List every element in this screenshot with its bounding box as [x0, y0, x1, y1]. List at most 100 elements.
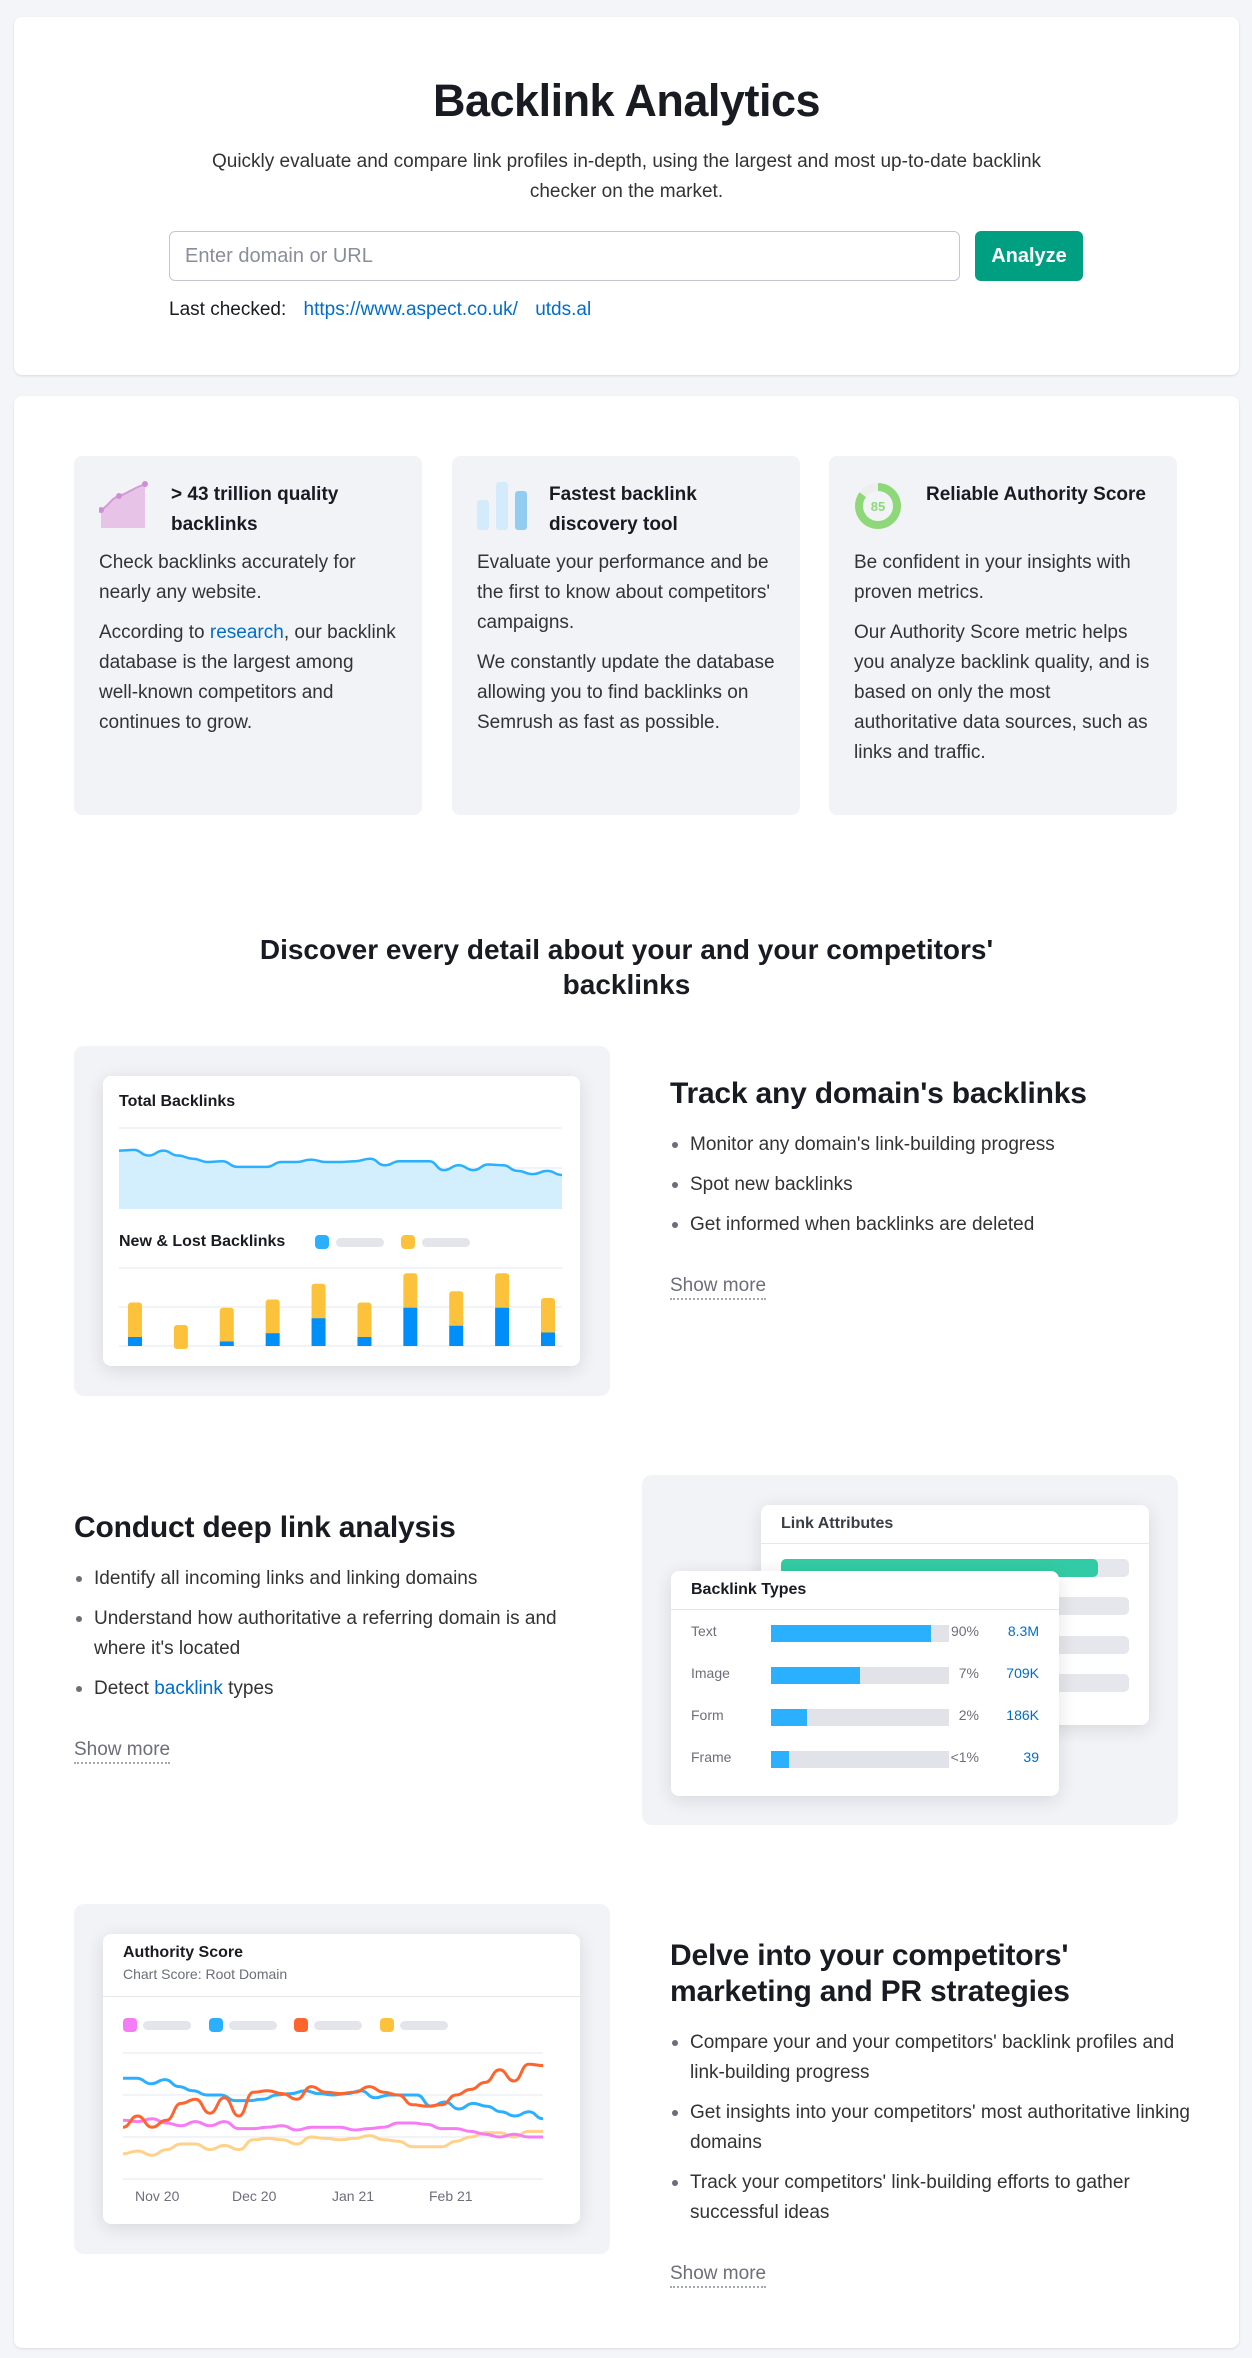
bullet-list: Compare your and your competitors' backl… — [670, 2028, 1190, 2228]
block-track: Track any domain's backlinks Monitor any… — [670, 1076, 1190, 1300]
x-tick-label: Jan 21 — [332, 2188, 375, 2204]
type-bar-track — [771, 1709, 949, 1726]
legend-swatch — [123, 2018, 137, 2032]
type-bar-fill — [771, 1751, 789, 1768]
type-label: Form — [691, 1707, 724, 1723]
bullet-item: Get informed when backlinks are deleted — [670, 1210, 1190, 1240]
legend-placeholder — [314, 2021, 362, 2030]
growth-chart-icon — [99, 481, 148, 528]
bar-lost — [219, 1307, 234, 1345]
feature-card-authority: 85 Reliable Authority Score Be confident… — [829, 456, 1177, 815]
feature-text: Our Authority Score metric helps you ana… — [854, 622, 1150, 763]
feature-card-backlinks: > 43 trillion quality backlinks Check ba… — [74, 456, 422, 815]
bullet-item: Track your competitors' link-building ef… — [670, 2168, 1190, 2228]
backlink-types-illustration: Link Attributes Backlink Types Text 90% … — [642, 1475, 1178, 1825]
type-bar-track — [771, 1625, 949, 1642]
backlink-link[interactable]: backlink — [154, 1678, 223, 1699]
bullet-item: Compare your and your competitors' backl… — [670, 2028, 1190, 2088]
bar-lost — [449, 1291, 464, 1329]
page-title: Backlink Analytics — [432, 75, 821, 126]
last-checked-link[interactable]: https://www.aspect.co.uk/ — [304, 299, 518, 320]
backlink-type-row: Image 7% 709K — [691, 1665, 1039, 1684]
legend-swatch — [294, 2018, 308, 2032]
section-title: Discover every detail about your and you… — [259, 934, 994, 1000]
bar-lost — [357, 1302, 372, 1340]
type-count[interactable]: 186K — [1006, 1707, 1039, 1723]
feature-text: Evaluate your performance and be the fir… — [477, 552, 770, 633]
bar-lost — [265, 1299, 280, 1337]
bar-new — [541, 1332, 555, 1346]
domain-search-input[interactable] — [169, 231, 960, 281]
page-subtitle: Quickly evaluate and compare link profil… — [211, 151, 1042, 202]
gauge-value: 85 — [871, 499, 885, 514]
feature-text: We constantly update the database allowi… — [477, 652, 775, 733]
show-more-link[interactable]: Show more — [670, 1274, 767, 1300]
bar-lost — [128, 1302, 142, 1340]
legend-placeholder — [143, 2021, 191, 2030]
bar-chart-icon — [477, 482, 527, 530]
type-count[interactable]: 709K — [1006, 1665, 1039, 1681]
backlink-types-card: Backlink Types Text 90% 8.3M Image 7% 70… — [671, 1571, 1059, 1796]
type-count[interactable]: 39 — [1023, 1749, 1039, 1765]
block-title: Conduct deep link analysis — [74, 1511, 456, 1544]
text-span: types — [222, 1678, 274, 1699]
total-backlinks-illustration: Total Backlinks New & Lost Backlinks — [74, 1046, 610, 1396]
block-title: Delve into your competitors' marketing a… — [670, 1939, 1070, 2008]
bar-new — [403, 1307, 418, 1346]
type-bar-track — [771, 1751, 949, 1768]
bar-lost — [311, 1283, 326, 1322]
authority-score-chart — [123, 2052, 543, 2180]
bar-lost — [403, 1273, 418, 1311]
legend-placeholder — [400, 2021, 448, 2030]
total-backlinks-chart — [119, 1127, 562, 1209]
type-label: Text — [691, 1623, 717, 1639]
chart-header: Authority Score Chart Score: Root Domain — [123, 1944, 287, 1982]
legend-placeholder — [336, 1238, 384, 1247]
bullet-item: Get insights into your competitors' most… — [670, 2098, 1190, 2158]
bullet-list: Monitor any domain's link-building progr… — [670, 1130, 1190, 1240]
show-more-link[interactable]: Show more — [670, 2262, 767, 2288]
feature-text: Be confident in your insights with prove… — [854, 552, 1131, 603]
feature-text: According to research, our backlink data… — [99, 618, 397, 738]
bullet-item: Understand how authoritative a referring… — [74, 1604, 594, 1664]
legend-swatch — [380, 2018, 394, 2032]
feature-card-discovery: Fastest backlink discovery tool Evaluate… — [452, 456, 800, 815]
analyze-button[interactable]: Analyze — [975, 231, 1083, 281]
bar-new — [449, 1325, 464, 1346]
text-span: According to — [99, 622, 210, 643]
chart-subtitle: Chart Score: Root Domain — [123, 1966, 288, 1982]
bullet-item: Detect backlink types — [74, 1674, 594, 1704]
divider — [671, 1609, 1059, 1610]
feature-title: Reliable Authority Score — [926, 484, 1146, 505]
text-span: Detect — [94, 1678, 155, 1699]
bullet-list: Identify all incoming links and linking … — [74, 1564, 594, 1704]
type-count[interactable]: 8.3M — [1008, 1623, 1039, 1639]
divider — [103, 1996, 580, 1997]
feature-text: Check backlinks accurately for nearly an… — [99, 552, 356, 603]
chart-title: Authority Score — [123, 1944, 244, 1961]
bar-lost — [541, 1298, 555, 1336]
type-percent: <1% — [950, 1749, 979, 1765]
type-percent: 2% — [958, 1707, 979, 1723]
legend-placeholder — [229, 2021, 277, 2030]
type-percent: 90% — [950, 1623, 979, 1639]
research-link[interactable]: research — [210, 622, 284, 643]
backlink-type-row: Text 90% 8.3M — [691, 1623, 1039, 1642]
feature-title: > 43 trillion quality backlinks — [171, 484, 339, 535]
bar-new — [311, 1318, 326, 1346]
bar-new — [495, 1307, 510, 1346]
type-bar-fill — [771, 1709, 807, 1726]
last-checked: Last checked: https://www.aspect.co.uk/ … — [169, 299, 603, 321]
show-more-link[interactable]: Show more — [74, 1738, 171, 1764]
block-competitors: Delve into your competitors' marketing a… — [670, 1938, 1190, 2288]
type-bar-fill — [771, 1667, 860, 1684]
authority-score-gauge-icon: 85 — [855, 483, 901, 529]
legend-placeholder — [422, 1238, 470, 1247]
new-lost-chart — [119, 1267, 562, 1349]
x-tick-label: Feb 21 — [429, 2188, 473, 2204]
legend-swatch — [209, 2018, 223, 2032]
last-checked-link[interactable]: utds.al — [535, 299, 591, 320]
x-tick-label: Dec 20 — [232, 2188, 277, 2204]
legend-swatch-lost — [401, 1235, 415, 1249]
bar-lost — [495, 1273, 510, 1311]
